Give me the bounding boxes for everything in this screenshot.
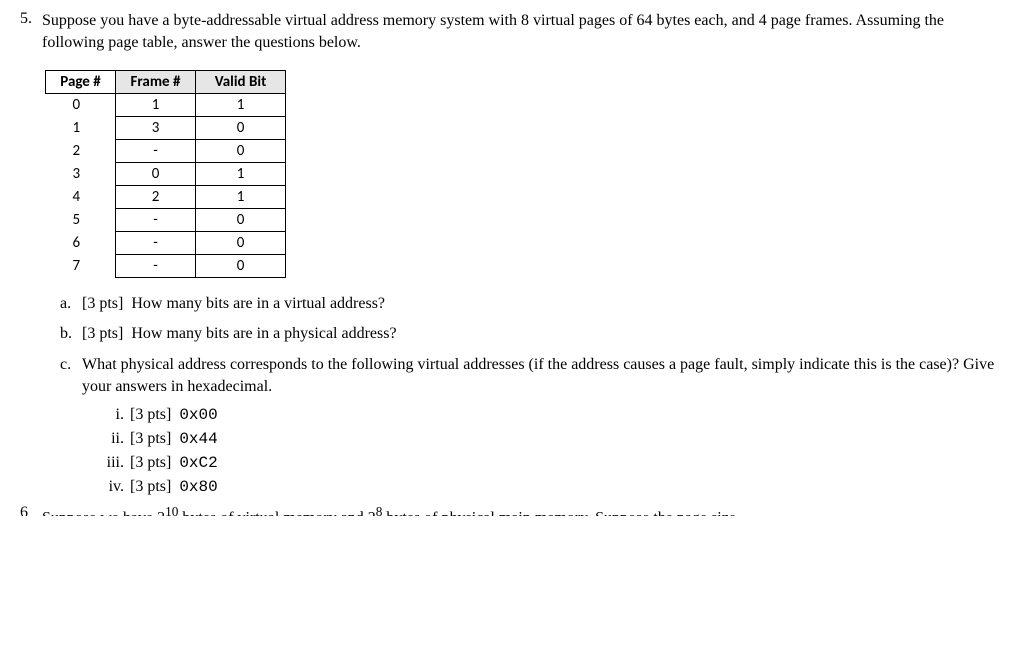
pts-ii: [3 pts] [130,430,171,447]
cell-frame: 0 [116,162,196,185]
cell-valid: 0 [196,139,286,162]
question-text: Suppose you have a byte-addressable virt… [42,10,1004,55]
roman-label-iii: iii. [100,454,130,472]
sub-label-b: b. [60,323,82,345]
header-frame: Frame # [116,70,196,93]
roman-text-i: [3 pts] 0x00 [130,406,218,424]
cell-page: 6 [46,231,116,254]
partial-sup: 10 [165,504,178,516]
page-table: Page # Frame # Valid Bit 0 1 1 1 3 0 2 -… [45,70,1004,278]
pts-iii: [3 pts] [130,454,171,471]
cell-frame: - [116,254,196,277]
cell-page: 2 [46,139,116,162]
roman-ii: ii. [3 pts] 0x44 [100,430,1004,448]
roman-questions: i. [3 pts] 0x00 ii. [3 pts] 0x44 iii. [3… [100,406,1004,496]
roman-iii: iii. [3 pts] 0xC2 [100,454,1004,472]
roman-i: i. [3 pts] 0x00 [100,406,1004,424]
table-row: 6 - 0 [46,231,286,254]
cell-frame: - [116,208,196,231]
roman-text-iv: [3 pts] 0x80 [130,478,218,496]
roman-iv: iv. [3 pts] 0x80 [100,478,1004,496]
cell-frame: 2 [116,185,196,208]
cell-page: 1 [46,116,116,139]
table-row: 5 - 0 [46,208,286,231]
page-table-element: Page # Frame # Valid Bit 0 1 1 1 3 0 2 -… [45,70,286,278]
table-row: 2 - 0 [46,139,286,162]
sub-a: a. [3 pts] How many bits are in a virtua… [60,293,1004,315]
cell-frame: - [116,139,196,162]
pts-i: [3 pts] [130,406,171,423]
cell-page: 5 [46,208,116,231]
table-row: 1 3 0 [46,116,286,139]
partial-number: 6 [20,504,42,516]
cell-page: 7 [46,254,116,277]
partial-right: bytes of physical main memory. Suppose t… [382,510,736,517]
table-row: 7 - 0 [46,254,286,277]
cell-valid: 1 [196,185,286,208]
header-page: Page # [46,70,116,93]
cell-page: 0 [46,93,116,116]
cell-valid: 1 [196,162,286,185]
sub-text-b: [3 pts] How many bits are in a physical … [82,323,397,345]
sub-label-a: a. [60,293,82,315]
cell-valid: 0 [196,116,286,139]
cell-valid: 0 [196,254,286,277]
addr-iii: 0xC2 [179,454,217,472]
q-b: How many bits are in a physical address? [131,325,396,342]
sub-text-a: [3 pts] How many bits are in a virtual a… [82,293,385,315]
roman-text-iii: [3 pts] 0xC2 [130,454,218,472]
pts-iv: [3 pts] [130,478,171,495]
sub-text-c: What physical address corresponds to the… [82,354,1004,399]
q-a: How many bits are in a virtual address? [131,295,385,312]
table-row: 3 0 1 [46,162,286,185]
roman-label-ii: ii. [100,430,130,448]
question-number: 5. [20,10,42,55]
sub-questions: a. [3 pts] How many bits are in a virtua… [60,293,1004,497]
roman-text-ii: [3 pts] 0x44 [130,430,218,448]
cell-valid: 1 [196,93,286,116]
cell-frame: 1 [116,93,196,116]
partial-mid: bytes of virtual memory and 2 [178,510,375,517]
sub-b: b. [3 pts] How many bits are in a physic… [60,323,1004,345]
cell-valid: 0 [196,231,286,254]
addr-iv: 0x80 [179,478,217,496]
sub-c: c. What physical address corresponds to … [60,354,1004,399]
cell-frame: 3 [116,116,196,139]
header-valid: Valid Bit [196,70,286,93]
pts-a: [3 pts] [82,295,123,312]
main-question: 5. Suppose you have a byte-addressable v… [20,10,1004,55]
cell-frame: - [116,231,196,254]
cell-page: 3 [46,162,116,185]
roman-label-iv: iv. [100,478,130,496]
pts-b: [3 pts] [82,325,123,342]
partial-next-question: 6 Suppose we have 210 bytes of virtual m… [20,504,1004,516]
sub-label-c: c. [60,354,82,399]
partial-left: Suppose we have 2 [42,510,165,517]
cell-page: 4 [46,185,116,208]
partial-text: Suppose we have 210 bytes of virtual mem… [42,504,736,516]
addr-ii: 0x44 [179,430,217,448]
table-row: 0 1 1 [46,93,286,116]
table-row: 4 2 1 [46,185,286,208]
roman-label-i: i. [100,406,130,424]
cell-valid: 0 [196,208,286,231]
table-header-row: Page # Frame # Valid Bit [46,70,286,93]
addr-i: 0x00 [179,406,217,424]
